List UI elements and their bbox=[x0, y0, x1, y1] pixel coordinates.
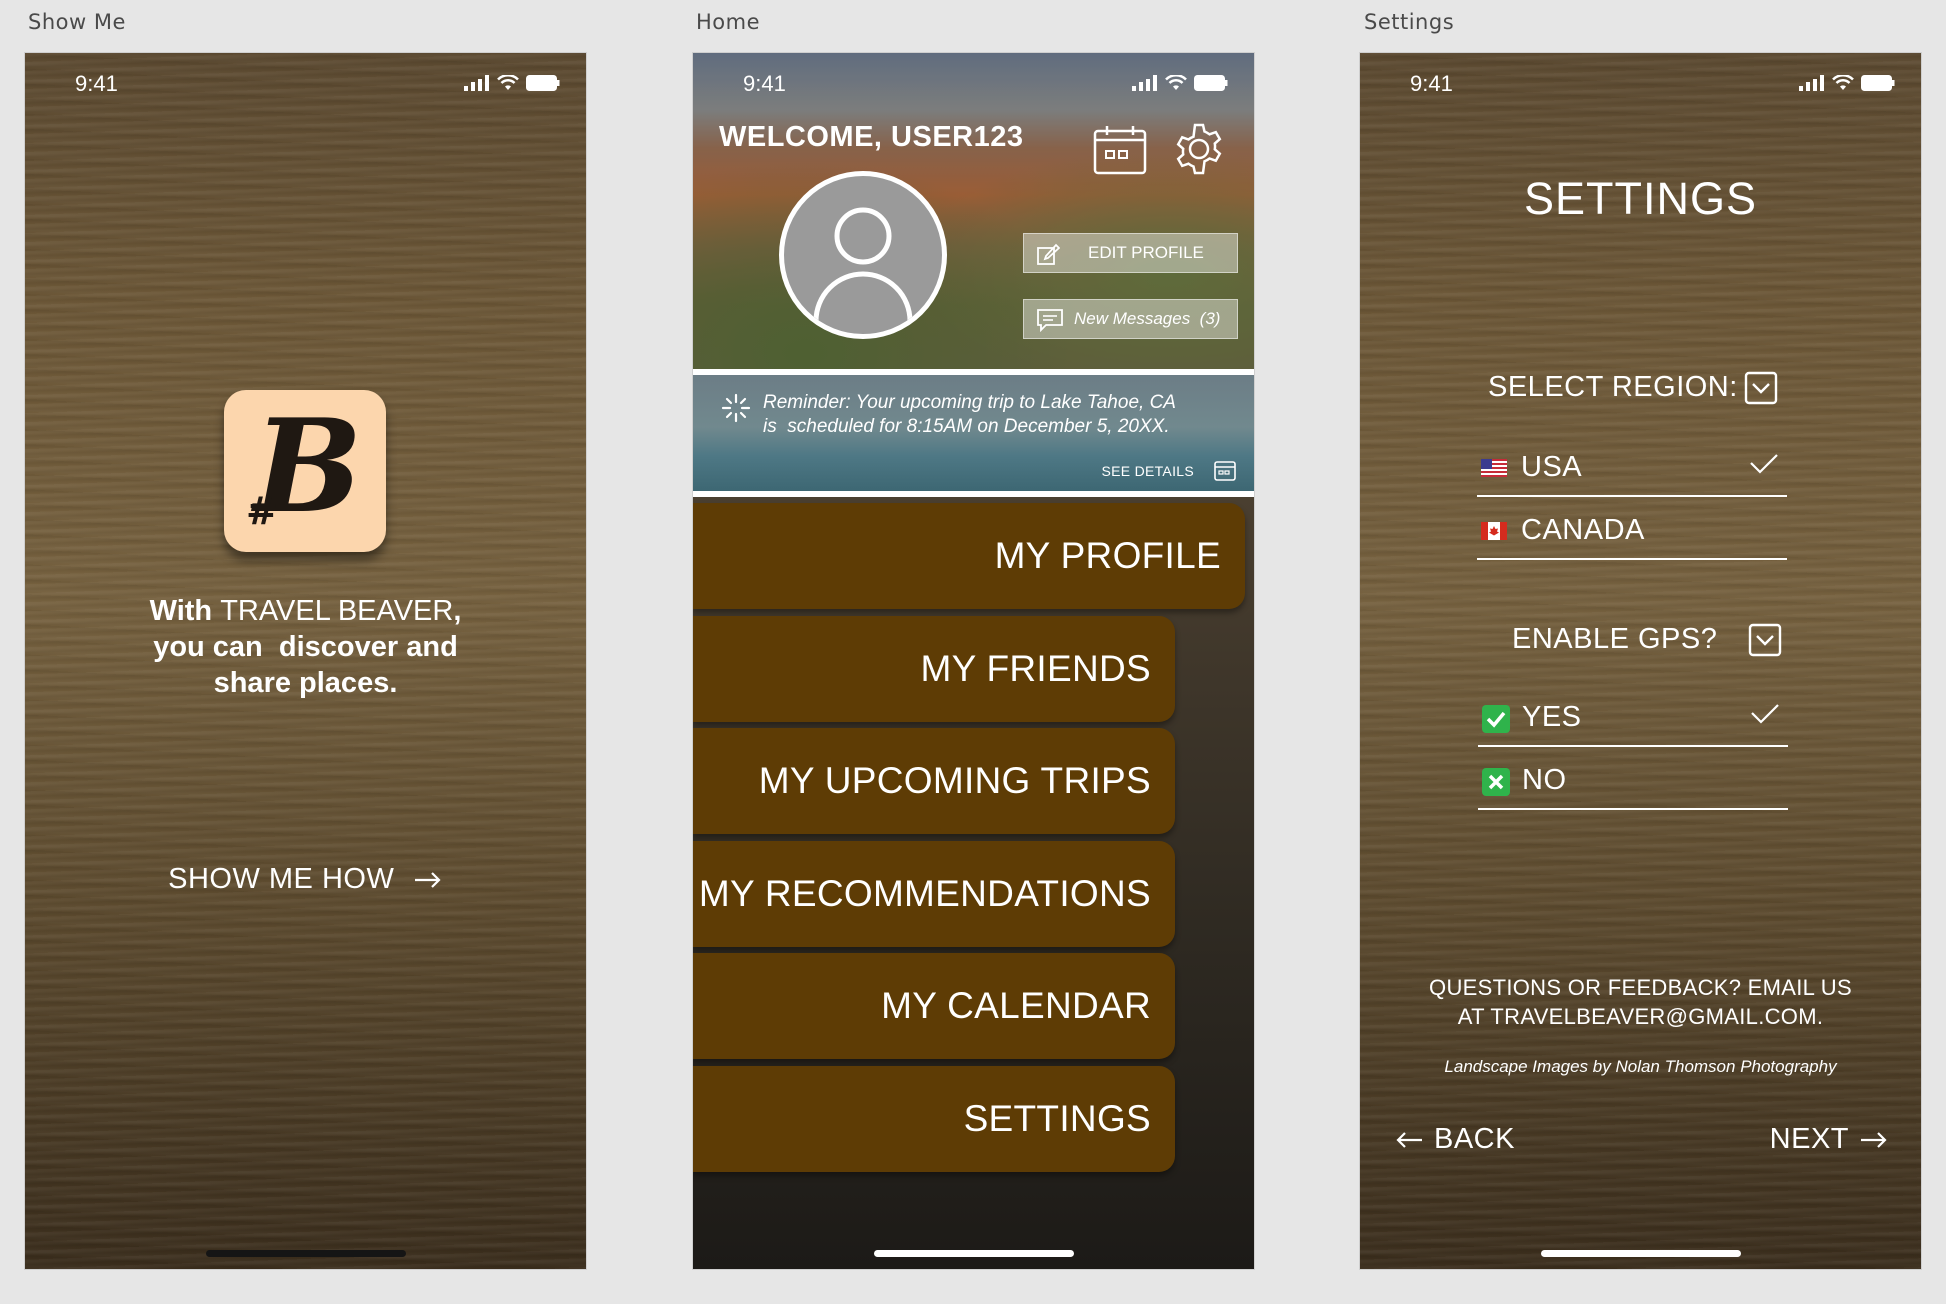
new-messages-label: New Messages (3) bbox=[1074, 309, 1221, 328]
tagline-line2: you can discover and bbox=[153, 631, 458, 663]
arrow-left-icon bbox=[1396, 1131, 1422, 1148]
region-option-label: CANADA bbox=[1521, 514, 1645, 546]
gps-option-label: YES bbox=[1522, 701, 1582, 733]
show-me-screen: 9:41 B # With TRAVEL BEAVER, you can dis… bbox=[24, 52, 587, 1270]
checkmark-icon bbox=[1750, 454, 1778, 474]
status-time: 9:41 bbox=[743, 71, 786, 96]
menu-my-recommendations[interactable]: MY RECOMMENDATIONS bbox=[693, 841, 1175, 947]
artboard-label-settings: Settings bbox=[1364, 10, 1455, 34]
tagline-with: With bbox=[149, 595, 213, 627]
divider bbox=[693, 369, 1254, 375]
ca-flag-icon bbox=[1481, 522, 1507, 540]
see-details-link[interactable]: SEE DETAILS bbox=[1101, 463, 1194, 479]
menu-my-friends[interactable]: MY FRIENDS bbox=[693, 616, 1175, 722]
battery-icon bbox=[1861, 75, 1895, 91]
region-option-label: USA bbox=[1521, 451, 1583, 483]
signal-icon bbox=[1132, 75, 1157, 91]
gps-dropdown-icon[interactable] bbox=[1748, 623, 1782, 657]
new-messages-button[interactable]: New Messages (3) bbox=[1023, 299, 1238, 339]
feedback-line2: AT TRAVELBEAVER@GMAIL.COM. bbox=[1457, 1004, 1824, 1029]
artboard-label-show-me: Show Me bbox=[28, 10, 126, 34]
home-indicator bbox=[873, 1250, 1074, 1257]
menu-my-calendar[interactable]: MY CALENDAR bbox=[693, 953, 1175, 1059]
travel-beaver-logo: B # bbox=[224, 390, 386, 552]
divider bbox=[693, 491, 1254, 497]
us-flag-icon bbox=[1481, 459, 1507, 477]
page-title: SETTINGS bbox=[1523, 173, 1758, 224]
status-bar: 9:41 bbox=[693, 71, 1254, 101]
gps-option-no[interactable]: NO bbox=[1478, 748, 1788, 810]
edit-icon bbox=[1037, 243, 1060, 265]
artboard-label-home: Home bbox=[696, 10, 761, 34]
signal-icon bbox=[1799, 75, 1824, 91]
feedback-text: QUESTIONS OR FEEDBACK? EMAIL US AT TRAVE… bbox=[1360, 973, 1921, 1031]
home-indicator bbox=[205, 1250, 406, 1257]
status-bar: 9:41 bbox=[1360, 71, 1921, 101]
reminder-banner: Reminder: Your upcoming trip to Lake Tah… bbox=[693, 375, 1254, 491]
select-region-label: SELECT REGION: bbox=[1488, 371, 1738, 403]
menu-my-upcoming-trips[interactable]: MY UPCOMING TRIPS bbox=[693, 728, 1175, 834]
menu-settings[interactable]: SETTINGS bbox=[693, 1066, 1175, 1172]
message-icon bbox=[1037, 309, 1063, 332]
checkmark-icon bbox=[1751, 704, 1779, 724]
menu-my-profile[interactable]: MY PROFILE bbox=[693, 503, 1245, 609]
image-credit: Landscape Images by Nolan Thomson Photog… bbox=[1444, 1057, 1837, 1076]
gear-icon[interactable] bbox=[1171, 121, 1227, 177]
status-bar: 9:41 bbox=[25, 71, 586, 101]
loading-icon bbox=[721, 393, 751, 423]
home-indicator bbox=[1540, 1250, 1741, 1257]
tagline-brand: TRAVEL BEAVER bbox=[220, 595, 454, 627]
arrow-right-icon bbox=[414, 872, 441, 889]
show-me-how-label: SHOW ME HOW bbox=[168, 863, 395, 895]
arrow-right-icon bbox=[1861, 1131, 1887, 1148]
tagline-comma: , bbox=[453, 595, 462, 627]
green-check-icon bbox=[1482, 705, 1510, 733]
calendar-small-icon[interactable] bbox=[1214, 459, 1236, 481]
avatar[interactable] bbox=[779, 171, 947, 339]
region-option-canada[interactable]: CANADA bbox=[1477, 498, 1787, 560]
back-label: BACK bbox=[1434, 1123, 1515, 1155]
gps-option-label: NO bbox=[1522, 764, 1567, 796]
battery-icon bbox=[526, 75, 560, 91]
user-icon bbox=[813, 207, 913, 322]
calendar-icon[interactable] bbox=[1093, 125, 1147, 175]
gps-option-yes[interactable]: YES bbox=[1478, 685, 1788, 747]
back-button[interactable]: BACK bbox=[1394, 1123, 1515, 1156]
show-me-how-button[interactable]: SHOW ME HOW bbox=[25, 863, 586, 896]
wifi-icon bbox=[1165, 75, 1187, 90]
welcome-heading: WELCOME, USER123 bbox=[719, 121, 1024, 153]
next-label: NEXT bbox=[1769, 1123, 1849, 1155]
tagline-line3: share places. bbox=[213, 667, 398, 699]
battery-icon bbox=[1194, 75, 1228, 91]
edit-profile-button[interactable]: EDIT PROFILE bbox=[1023, 233, 1238, 273]
region-dropdown-icon[interactable] bbox=[1744, 371, 1778, 405]
home-screen: 9:41 WELCOME, USER123 EDIT PROFILE New M… bbox=[692, 52, 1255, 1270]
tagline: With TRAVEL BEAVER, you can discover and… bbox=[25, 593, 586, 701]
region-option-usa[interactable]: USA bbox=[1477, 435, 1787, 497]
green-x-icon bbox=[1482, 768, 1510, 796]
wifi-icon bbox=[1832, 75, 1854, 90]
edit-profile-label: EDIT PROFILE bbox=[1088, 243, 1204, 262]
wifi-icon bbox=[497, 75, 519, 90]
reminder-line1: Reminder: Your upcoming trip to Lake Tah… bbox=[763, 392, 1176, 413]
settings-screen: 9:41 SETTINGS SELECT REGION: USA CANADA … bbox=[1359, 52, 1922, 1270]
feedback-line1: QUESTIONS OR FEEDBACK? EMAIL US bbox=[1429, 975, 1852, 1000]
enable-gps-label: ENABLE GPS? bbox=[1512, 623, 1718, 655]
signal-icon bbox=[464, 75, 489, 91]
reminder-line2: is scheduled for 8:15AM on December 5, 2… bbox=[763, 416, 1170, 437]
logo-hash: # bbox=[246, 488, 278, 533]
next-button[interactable]: NEXT bbox=[1770, 1123, 1889, 1156]
status-time: 9:41 bbox=[75, 71, 118, 96]
status-time: 9:41 bbox=[1410, 71, 1453, 96]
